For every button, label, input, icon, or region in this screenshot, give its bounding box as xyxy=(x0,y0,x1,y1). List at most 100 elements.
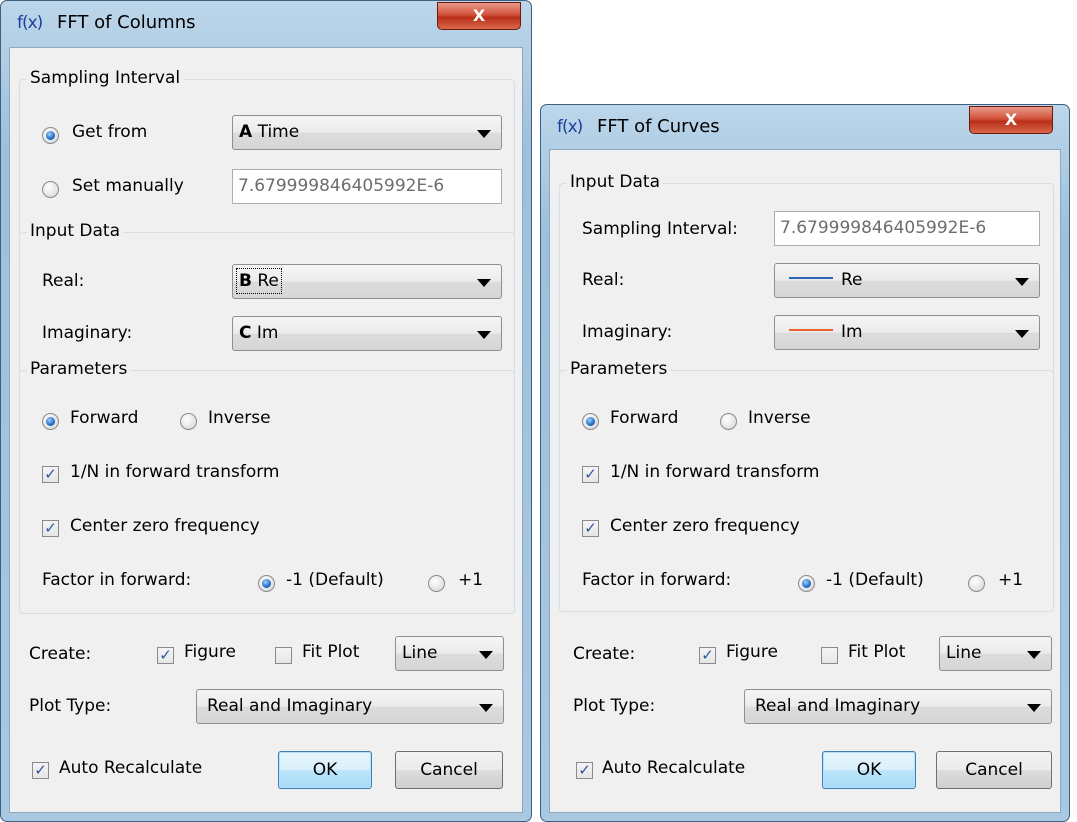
parameters-group: Parameters Forward Inverse ✓ 1/N in forw… xyxy=(559,359,1054,612)
chevron-down-icon xyxy=(479,651,493,659)
column-letter: C xyxy=(239,323,252,343)
fit-plot-checkbox[interactable] xyxy=(275,647,292,664)
figure-checkbox[interactable]: ✓ xyxy=(157,647,174,664)
chevron-down-icon xyxy=(1015,330,1029,338)
inverse-radio[interactable] xyxy=(720,413,737,430)
center-zero-label: Center zero frequency xyxy=(70,516,260,536)
imaginary-label: Imaginary: xyxy=(42,323,133,343)
plot-type-label: Plot Type: xyxy=(573,696,656,716)
figure-label: Figure xyxy=(726,642,778,662)
factor-default-label: -1 (Default) xyxy=(826,570,924,590)
forward-label: Forward xyxy=(610,408,679,428)
inverse-radio[interactable] xyxy=(180,413,197,430)
forward-radio[interactable] xyxy=(582,413,599,430)
sampling-interval-field[interactable]: 7.679999846405992E-6 xyxy=(232,169,502,204)
plot-type-label: Plot Type: xyxy=(29,696,112,716)
auto-recalculate-checkbox[interactable]: ✓ xyxy=(32,762,49,779)
close-button[interactable]: X xyxy=(969,106,1053,134)
forward-label: Forward xyxy=(70,408,139,428)
column-name: Time xyxy=(257,122,300,142)
line-type-combo[interactable]: Line xyxy=(395,636,504,671)
plot-type-combo[interactable]: Real and Imaginary xyxy=(744,689,1052,724)
close-button[interactable]: X xyxy=(437,2,521,30)
checkmark-icon: ✓ xyxy=(701,646,714,664)
cancel-button[interactable]: Cancel xyxy=(395,751,503,789)
dialog-title: FFT of Curves xyxy=(597,116,720,137)
column-letter: A xyxy=(239,122,253,142)
chevron-down-icon xyxy=(1027,651,1041,659)
plot-type-combo[interactable]: Real and Imaginary xyxy=(196,689,504,724)
center-zero-label: Center zero frequency xyxy=(610,516,800,536)
curve-line-swatch xyxy=(789,277,833,279)
checkmark-icon: ✓ xyxy=(44,519,57,537)
fit-plot-checkbox[interactable] xyxy=(821,647,838,664)
imaginary-column-combo[interactable]: C Im xyxy=(232,316,502,351)
factor-default-radio[interactable] xyxy=(798,575,815,592)
close-icon: X xyxy=(1004,110,1018,129)
chevron-down-icon xyxy=(479,704,493,712)
chevron-down-icon xyxy=(1015,278,1029,286)
factor-default-radio[interactable] xyxy=(258,575,275,592)
forward-radio[interactable] xyxy=(42,413,59,430)
factor-plus-label: +1 xyxy=(998,570,1024,590)
checkmark-icon: ✓ xyxy=(584,519,597,537)
ok-button[interactable]: OK xyxy=(822,751,916,789)
group-title: Parameters xyxy=(567,359,671,379)
dialog-title: FFT of Columns xyxy=(57,12,196,33)
set-manually-label: Set manually xyxy=(72,176,184,196)
get-from-radio[interactable] xyxy=(42,127,59,144)
sampling-interval-field[interactable]: 7.679999846405992E-6 xyxy=(774,211,1040,246)
auto-recalculate-checkbox[interactable]: ✓ xyxy=(576,762,593,779)
column-name: Re xyxy=(257,271,279,291)
checkmark-icon: ✓ xyxy=(159,646,172,664)
factor-default-label: -1 (Default) xyxy=(286,570,384,590)
get-from-column-combo[interactable]: A Time xyxy=(232,115,502,150)
real-label: Real: xyxy=(42,271,85,291)
ok-button[interactable]: OK xyxy=(278,751,372,789)
fft-of-columns-dialog: f(x) FFT of Columns X Sampling Interval … xyxy=(0,0,532,822)
factor-label: Factor in forward: xyxy=(582,570,732,590)
get-from-label: Get from xyxy=(72,122,148,142)
line-type-combo[interactable]: Line xyxy=(939,636,1052,671)
checkmark-icon: ✓ xyxy=(584,465,597,483)
auto-recalculate-label: Auto Recalculate xyxy=(59,758,203,778)
imaginary-curve-combo[interactable]: Im xyxy=(774,315,1040,350)
set-manually-radio[interactable] xyxy=(42,181,59,198)
checkmark-icon: ✓ xyxy=(578,761,591,779)
one-over-n-checkbox[interactable]: ✓ xyxy=(582,466,599,483)
inverse-label: Inverse xyxy=(748,408,811,428)
group-title: Input Data xyxy=(567,172,664,192)
auto-recalculate-label: Auto Recalculate xyxy=(602,758,746,778)
create-label: Create: xyxy=(29,644,92,664)
dialog-body: Input Data Sampling Interval: 7.67999984… xyxy=(549,149,1061,813)
dialog-body: Sampling Interval Get from A Time Set ma… xyxy=(9,47,523,813)
one-over-n-label: 1/N in forward transform xyxy=(610,462,820,482)
checkmark-icon: ✓ xyxy=(34,761,47,779)
group-title: Input Data xyxy=(27,221,124,241)
factor-plus-radio[interactable] xyxy=(968,575,985,592)
inverse-label: Inverse xyxy=(208,408,271,428)
curve-name: Re xyxy=(841,270,863,290)
cancel-button[interactable]: Cancel xyxy=(936,751,1052,789)
title-bar[interactable]: f(x) FFT of Curves X xyxy=(541,105,1069,151)
chevron-down-icon xyxy=(477,331,491,339)
close-icon: X xyxy=(472,6,486,25)
column-name: Im xyxy=(256,323,279,343)
center-zero-checkbox[interactable]: ✓ xyxy=(42,520,59,537)
chevron-down-icon xyxy=(477,130,491,138)
parameters-group: Parameters Forward Inverse ✓ 1/N in forw… xyxy=(19,359,515,614)
one-over-n-label: 1/N in forward transform xyxy=(70,462,280,482)
factor-plus-radio[interactable] xyxy=(428,575,445,592)
fx-icon: f(x) xyxy=(17,13,43,33)
fx-icon: f(x) xyxy=(557,117,583,137)
title-bar[interactable]: f(x) FFT of Columns X xyxy=(1,1,531,47)
input-data-group: Input Data Sampling Interval: 7.67999984… xyxy=(559,172,1054,382)
real-curve-combo[interactable]: Re xyxy=(774,263,1040,298)
real-column-combo[interactable]: B Re xyxy=(232,264,502,299)
center-zero-checkbox[interactable]: ✓ xyxy=(582,520,599,537)
one-over-n-checkbox[interactable]: ✓ xyxy=(42,466,59,483)
figure-checkbox[interactable]: ✓ xyxy=(699,647,716,664)
real-label: Real: xyxy=(582,270,625,290)
sampling-interval-label: Sampling Interval: xyxy=(582,219,738,239)
imaginary-label: Imaginary: xyxy=(582,322,673,342)
